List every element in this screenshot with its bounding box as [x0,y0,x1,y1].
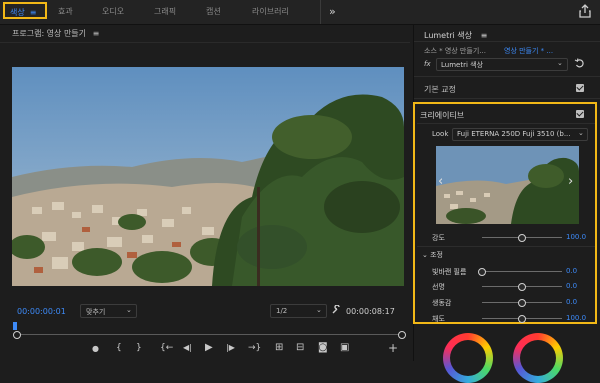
intensity-value[interactable]: 100.0 [566,233,586,241]
look-dropdown[interactable]: Fuji ETERNA 250D Fuji 3510 (b... ⌄ [452,128,588,141]
overwrite-button[interactable]: ⊟ [296,342,304,353]
insert-button[interactable]: ⊞ [275,342,283,353]
divider [414,41,600,42]
divider [320,0,321,24]
intensity-label: 강도 [432,234,445,242]
workspace-tab-color[interactable]: 색상 ≡ [3,2,47,19]
playhead[interactable] [13,322,17,330]
wheel-center [450,340,486,376]
vibrance-slider-knob[interactable] [518,299,526,307]
workspace-tab-label: 색상 [10,8,25,17]
video-frame [12,67,404,286]
share-icon[interactable] [578,4,592,18]
camera-icon[interactable]: ◙ [318,342,328,353]
step-forward-button[interactable]: |▶ [226,343,235,352]
hillside-town-image [12,67,404,286]
chevron-down-icon: ⌄ [126,306,132,314]
divider [417,123,595,124]
chevron-down-icon: ⌄ [316,306,322,314]
look-label: Look [432,130,449,138]
program-monitor-title[interactable]: 프로그램: 영상 만들기 [12,29,86,38]
creative-header[interactable]: 크리에이티브 [420,110,464,121]
shadow-tint-wheel[interactable] [443,333,493,383]
saturation-slider-knob[interactable] [518,315,526,323]
comparison-view-button[interactable]: ▣ [340,342,349,353]
workspace-bar: 색상 ≡ 효과 오디오 그래픽 캡션 라이브러리 » [0,0,600,25]
fit-dropdown-label: 맞추기 [86,308,106,316]
adjustments-header[interactable]: ⌄ 조정 [422,250,443,260]
step-back-button[interactable]: ◀| [183,343,192,352]
vibrance-label: 생동감 [432,299,452,307]
divider [414,98,600,99]
program-monitor-header: 프로그램: 영상 만들기 ≡ [0,25,410,43]
menu-icon[interactable]: ≡ [30,8,37,17]
mark-out-button[interactable]: } [136,343,142,353]
current-timecode[interactable]: 00:00:00:01 [17,307,66,316]
go-to-in-button[interactable]: {← [160,343,173,353]
wheel-center [520,340,556,376]
go-to-out-button[interactable]: →} [248,343,261,353]
add-button[interactable]: + [388,341,398,355]
play-button[interactable]: ▶ [205,342,213,353]
mark-in-button[interactable]: { [116,343,122,353]
divider [417,246,595,247]
faded-film-slider-track[interactable] [482,271,562,272]
playhead-track[interactable] [15,334,403,335]
faded-film-value[interactable]: 0.0 [566,267,577,275]
saturation-value[interactable]: 100.0 [566,314,586,322]
basic-correction-checkbox[interactable] [576,84,584,92]
zoom-handle-right[interactable] [398,331,406,339]
highlight-tint-wheel[interactable] [513,333,563,383]
next-look-icon[interactable]: › [568,174,573,189]
faded-film-slider-knob[interactable] [478,268,486,276]
divider [414,76,600,77]
sharpen-value[interactable]: 0.0 [566,282,577,290]
workspace-tab-audio[interactable]: 오디오 [102,0,124,24]
workspace-tab-graphics[interactable]: 그래픽 [154,0,176,24]
vibrance-value[interactable]: 0.0 [566,298,577,306]
saturation-label: 채도 [432,315,445,323]
sharpen-label: 선명 [432,283,445,291]
effect-dropdown[interactable]: Lumetri 색상 ⌄ [436,58,568,71]
menu-icon[interactable]: ≡ [93,29,100,38]
adjustments-label: 조정 [430,251,443,259]
fit-dropdown[interactable]: 맞추기 ⌄ [80,304,137,318]
workspace-tab-captions[interactable]: 캡션 [206,0,221,24]
zoom-handle-left[interactable] [13,331,21,339]
chevron-down-icon: ⌄ [557,59,563,67]
intensity-slider-knob[interactable] [518,234,526,242]
look-preview[interactable] [436,146,579,224]
lumetri-panel-title[interactable]: Lumetri 색상 ≡ [424,30,487,41]
more-workspaces-button[interactable]: » [329,0,336,24]
workspace-tab-effects[interactable]: 효과 [58,0,73,24]
fx-badge[interactable]: fx [424,60,431,68]
wrench-icon[interactable] [332,304,341,314]
add-marker-button[interactable]: ● [92,344,99,353]
resolution-label: 1/2 [276,307,288,315]
reset-icon[interactable] [574,58,585,69]
panel-title: Lumetri 색상 [424,31,473,40]
duration-timecode: 00:00:08:17 [346,307,395,316]
look-value: Fuji ETERNA 250D Fuji 3510 (b... [457,130,571,138]
previous-look-icon[interactable]: ‹ [438,174,443,189]
faded-film-label: 빛바랜 필름 [432,268,467,276]
workspace-tab-libraries[interactable]: 라이브러리 [252,0,289,24]
source-clip-label[interactable]: 소스 * 영상 만들기... [424,46,486,56]
look-preview-image [436,146,579,224]
creative-checkbox[interactable] [576,110,584,118]
chevron-down-icon: ⌄ [578,129,584,137]
sharpen-slider-knob[interactable] [518,283,526,291]
sequence-clip-label[interactable]: 영상 만들기 * ... [504,46,553,56]
menu-icon[interactable]: ≡ [481,31,488,40]
basic-correction-header[interactable]: 기본 교정 [424,84,456,95]
resolution-dropdown[interactable]: 1/2 ⌄ [270,304,327,318]
effect-name: Lumetri 색상 [441,61,484,69]
